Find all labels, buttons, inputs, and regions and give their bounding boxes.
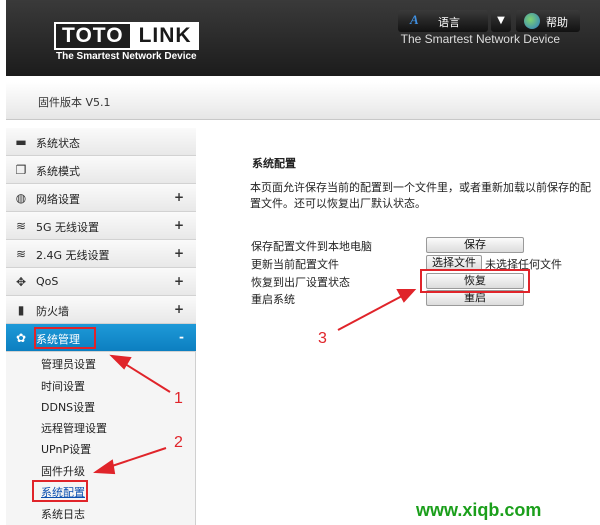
annotation-number-1: 1 <box>174 390 183 407</box>
arrow-2-head <box>93 459 116 475</box>
annotation-number-2: 2 <box>174 434 183 451</box>
annotation-number-3: 3 <box>318 330 327 347</box>
arrow-3-line <box>337 295 403 331</box>
watermark: www.xiqb.com <box>416 500 542 520</box>
arrow-2-line <box>105 447 167 469</box>
arrow-3-head <box>396 289 417 303</box>
arrow-1-line <box>121 361 171 393</box>
annotation-arrows <box>93 289 417 475</box>
